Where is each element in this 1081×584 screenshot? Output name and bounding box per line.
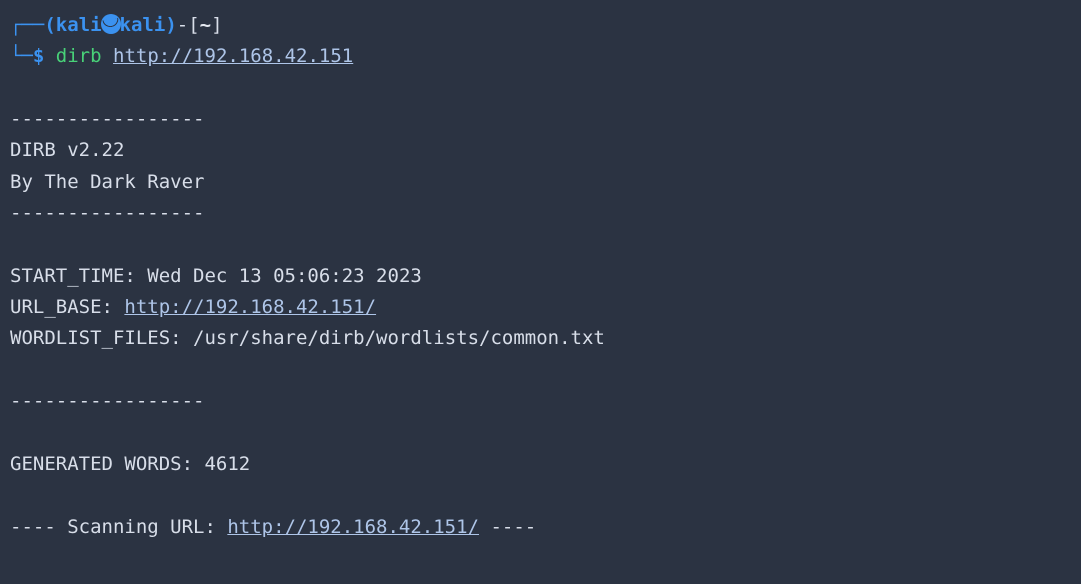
terminal-window[interactable]: ┌──(kalikali)-[~] └─$ dirb http://192.16… (10, 10, 1071, 543)
prompt-cwd: ~ (200, 14, 211, 36)
scanning-url: http://192.168.42.151/ (227, 516, 479, 538)
prompt-line2: └─$ dirb http://192.168.42.151 (10, 41, 1071, 72)
wordlist-label: WORDLIST_FILES: (10, 327, 193, 349)
wordlist-value: /usr/share/dirb/wordlists/common.txt (193, 327, 605, 349)
url-base-value: http://192.168.42.151/ (124, 296, 376, 318)
prompt-paren-close: ) (165, 14, 176, 36)
output-blank4 (10, 417, 1071, 448)
scanning-suffix: ---- (479, 516, 536, 538)
output-url-base: URL_BASE: http://192.168.42.151/ (10, 292, 1071, 323)
output-blank2 (10, 229, 1071, 260)
output-blank5 (10, 480, 1071, 511)
output-divider3: ----------------- (10, 386, 1071, 417)
output-version: DIRB v2.22 (10, 135, 1071, 166)
prompt-corner-bottom: └─ (10, 45, 33, 67)
scanning-prefix: ---- Scanning URL: (10, 516, 227, 538)
output-blank1 (10, 73, 1071, 104)
prompt-bracket-open: [ (188, 14, 199, 36)
output-divider2: ----------------- (10, 198, 1071, 229)
prompt-host: kali (120, 14, 166, 36)
prompt-corner-top: ┌── (10, 14, 44, 36)
output-wordlist: WORDLIST_FILES: /usr/share/dirb/wordlist… (10, 323, 1071, 354)
command-name: dirb (56, 45, 102, 67)
command-arg-url: http://192.168.42.151 (113, 45, 353, 67)
output-byline: By The Dark Raver (10, 167, 1071, 198)
prompt-bracket-close: ] (211, 14, 222, 36)
prompt-dash: - (177, 14, 188, 36)
kali-icon (101, 14, 121, 34)
prompt-symbol: $ (33, 45, 44, 67)
output-scanning: ---- Scanning URL: http://192.168.42.151… (10, 512, 1071, 543)
output-blank3 (10, 355, 1071, 386)
start-time-label: START_TIME: (10, 265, 147, 287)
output-generated-words: GENERATED WORDS: 4612 (10, 449, 1071, 480)
url-base-label: URL_BASE: (10, 296, 124, 318)
prompt-line1: ┌──(kalikali)-[~] (10, 10, 1071, 41)
output-start-time: START_TIME: Wed Dec 13 05:06:23 2023 (10, 261, 1071, 292)
start-time-value: Wed Dec 13 05:06:23 2023 (147, 265, 422, 287)
output-divider1: ----------------- (10, 104, 1071, 135)
prompt-paren-open: ( (44, 14, 55, 36)
prompt-user: kali (56, 14, 102, 36)
